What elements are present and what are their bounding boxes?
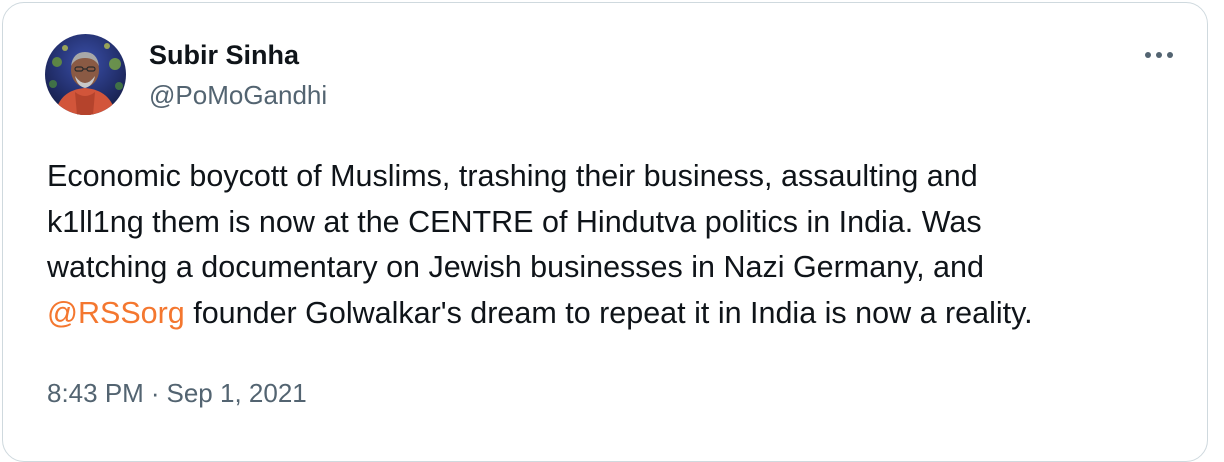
tweet-time: 8:43 PM [47,378,144,408]
tweet-text-fragment: founder Golwalkar's dream to repeat it i… [184,295,1033,330]
more-options-button[interactable] [1139,39,1179,71]
ellipsis-horizontal-icon [1145,52,1173,58]
tweet-text-line: k1ll1ng them is now at the CENTRE of Hin… [47,204,982,239]
mention-link[interactable]: @RSSorg [47,296,185,330]
tweet-date: Sep 1, 2021 [166,378,307,408]
avatar-image [45,34,126,115]
tweet-timestamp[interactable]: 8:43 PM · Sep 1, 2021 [47,376,307,410]
tweet-text-line: watching a documentary on Jewish busines… [47,250,984,284]
tweet-text-line: Economic boycott of Muslims, trashing th… [47,159,978,193]
tweet-text: Economic boycott of Muslims, trashing th… [47,154,1197,336]
tweet-text-line: @RSSorg founder Golwalkar's dream to rep… [47,291,1197,337]
tweet-card: Subir Sinha @PoMoGandhi Economic boycott… [2,2,1208,462]
avatar[interactable] [45,34,126,115]
author-handle[interactable]: @PoMoGandhi [149,79,327,111]
timestamp-separator: · [150,378,160,408]
author-display-name[interactable]: Subir Sinha [149,38,299,72]
